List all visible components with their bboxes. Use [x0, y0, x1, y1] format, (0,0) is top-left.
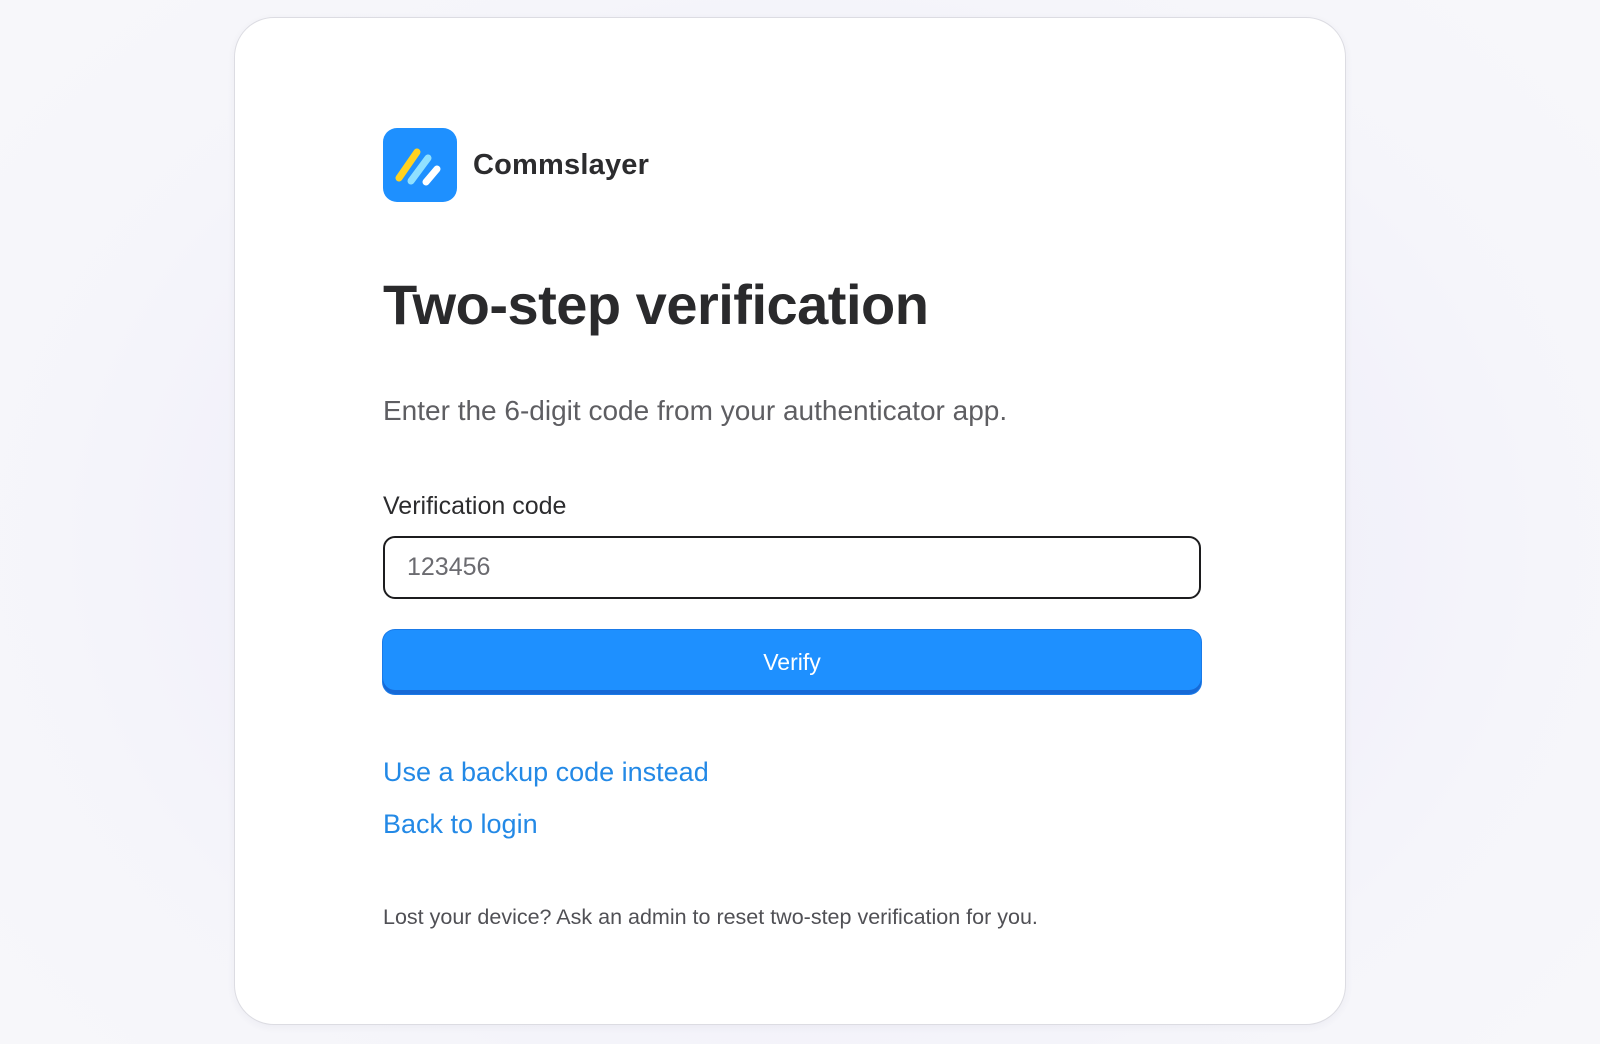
verification-card: Commslayer Two-step verification Enter t… [234, 17, 1346, 1025]
backup-code-link[interactable]: Use a backup code instead [383, 757, 709, 788]
verify-button[interactable]: Verify [383, 630, 1201, 694]
brand: Commslayer [383, 128, 649, 202]
page-subtitle: Enter the 6-digit code from your authent… [383, 395, 1008, 426]
verification-code-input[interactable] [383, 536, 1201, 599]
page-title: Two-step verification [383, 273, 929, 336]
lost-device-help-text: Lost your device? Ask an admin to reset … [383, 905, 1038, 929]
verification-code-label: Verification code [383, 492, 567, 520]
brand-name: Commslayer [473, 148, 650, 181]
back-to-login-link[interactable]: Back to login [383, 809, 538, 840]
commslayer-logo-icon [383, 128, 457, 202]
